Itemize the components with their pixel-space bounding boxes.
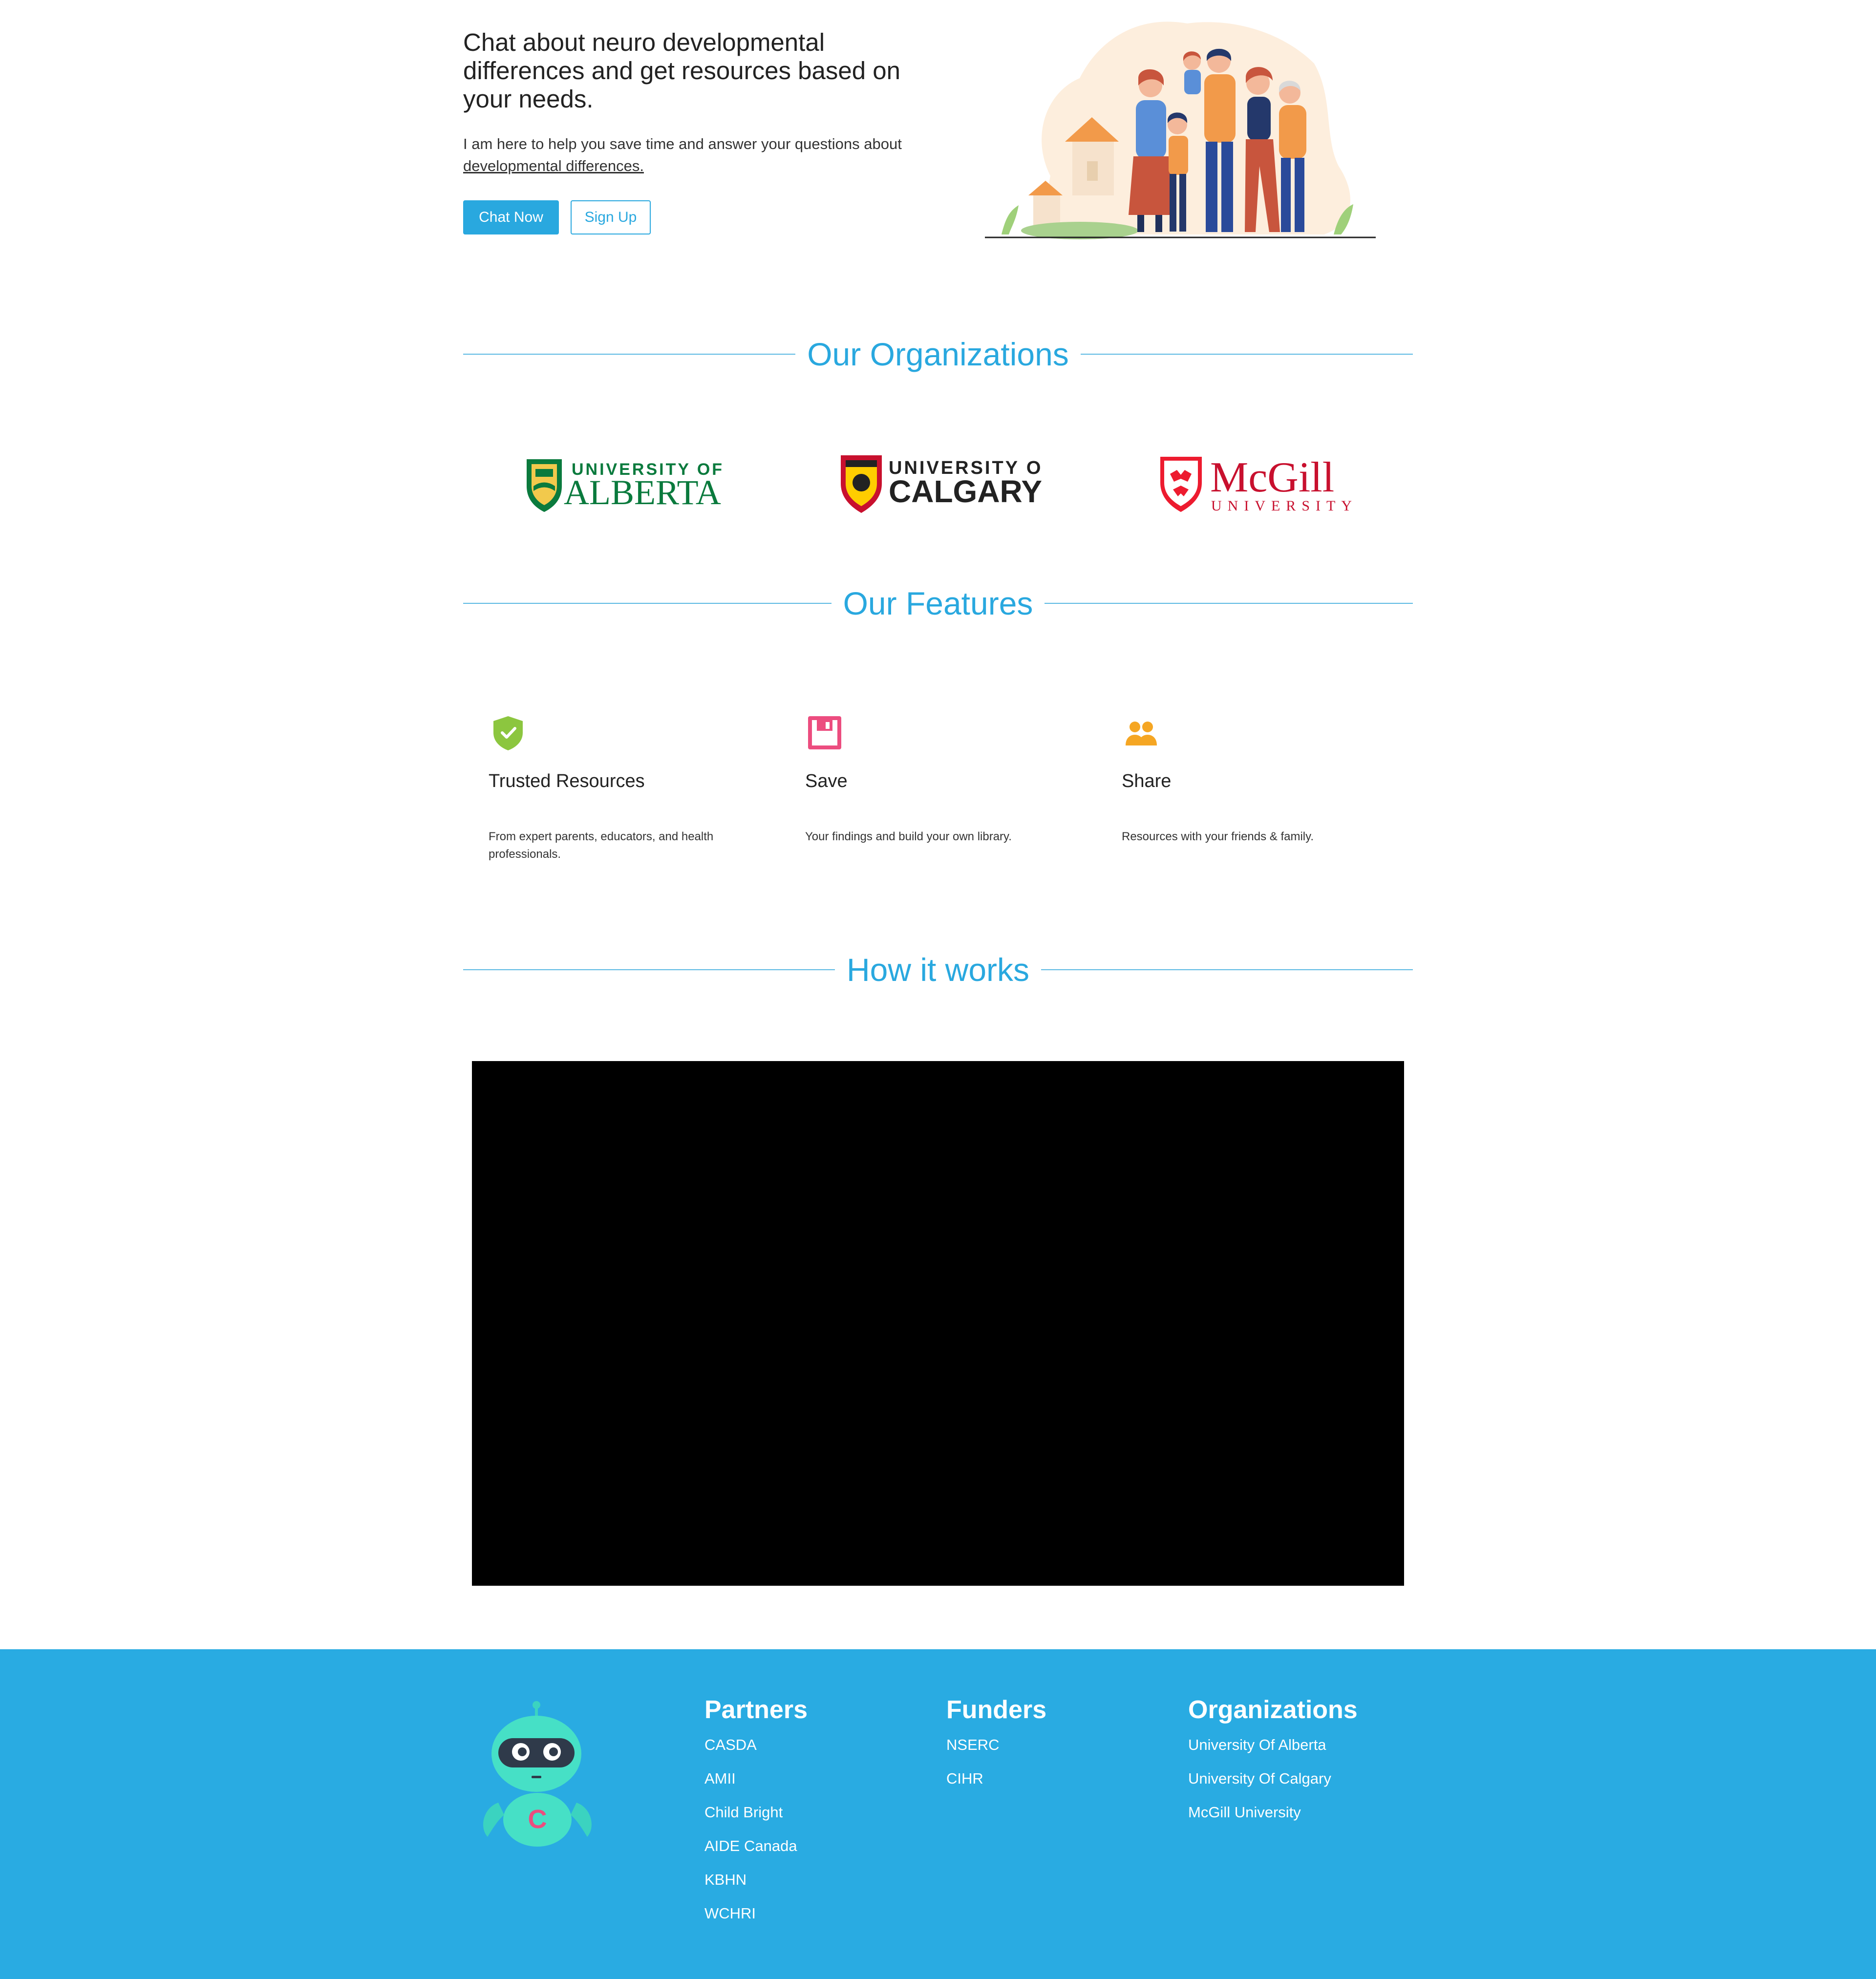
footer-organizations-heading: Organizations <box>1188 1696 1358 1724</box>
hero-subtitle: I am here to help you save time and answ… <box>463 133 917 177</box>
how-it-works-video[interactable] <box>472 1061 1404 1586</box>
university-of-calgary-logo: UNIVERSITY OF CALGARY <box>841 455 1043 513</box>
footer-funders-column: Funders NSERC CIHR <box>946 1695 1046 1803</box>
heading-divider-left <box>463 603 831 604</box>
partner-link[interactable]: AMII <box>704 1769 808 1803</box>
organizations-section-heading: Our Organizations <box>463 332 1413 376</box>
organization-link[interactable]: McGill University <box>1188 1803 1358 1836</box>
footer-organizations-column: Organizations University Of Alberta Univ… <box>1188 1695 1358 1836</box>
organization-link[interactable]: University Of Calgary <box>1188 1769 1358 1803</box>
feature-title: Trusted Resources <box>489 771 645 791</box>
footer <box>0 1649 1876 1979</box>
features-section-heading: Our Features <box>463 581 1413 625</box>
feature-description: Your findings and build your own library… <box>805 830 1012 843</box>
heading-divider-right <box>1041 969 1413 970</box>
feature-card-share: Share Resources with your friends & fami… <box>1122 713 1395 843</box>
funders-heading: Funders <box>946 1696 1047 1724</box>
feature-description: Resources with your friends & family. <box>1122 830 1314 843</box>
hero-subtitle-text: I am here to help you save time and answ… <box>463 135 902 152</box>
partners-heading: Partners <box>704 1696 808 1724</box>
funder-link[interactable]: NSERC <box>946 1735 1046 1769</box>
developmental-differences-link[interactable]: developmental differences. <box>463 157 644 174</box>
how-it-works-section-heading: How it works <box>463 948 1413 992</box>
how-it-works-heading: How it works <box>846 952 1030 988</box>
partner-link[interactable]: Child Bright <box>704 1803 808 1836</box>
heading-divider-right <box>1080 354 1413 355</box>
partner-link[interactable]: WCHRI <box>704 1904 808 1937</box>
features-heading: Our Features <box>843 585 1033 621</box>
mcgill-university-logo: McGill UNIVERSITY <box>1160 454 1358 514</box>
sign-up-button[interactable]: Sign Up <box>571 200 651 234</box>
chat-now-button[interactable]: Chat Now <box>463 200 559 234</box>
partner-link[interactable]: KBHN <box>704 1870 808 1904</box>
svg-text:C: C <box>528 1805 547 1834</box>
mcgill-logo-main: McGill <box>1210 454 1334 501</box>
people-icon <box>1126 722 1157 745</box>
feature-description: From expert parents, educators, and heal… <box>489 830 714 861</box>
feature-title: Share <box>1122 771 1172 791</box>
organizations-heading: Our Organizations <box>807 336 1069 372</box>
mcgill-logo-sub: UNIVERSITY <box>1211 498 1358 514</box>
university-of-alberta-logo: UNIVERSITY OF ALBERTA <box>527 459 722 512</box>
heading-divider-right <box>1045 603 1413 604</box>
footer-partners-column: Partners CASDA AMII Child Bright AIDE Ca… <box>704 1695 808 1937</box>
shield-check-icon <box>493 716 523 750</box>
feature-title: Save <box>805 771 848 791</box>
funder-link[interactable]: CIHR <box>946 1769 1046 1803</box>
partner-link[interactable]: CASDA <box>704 1735 808 1769</box>
heading-divider-left <box>463 354 796 355</box>
floppy-disk-icon <box>808 716 841 749</box>
heading-divider-left <box>463 969 835 970</box>
organization-link[interactable]: University Of Alberta <box>1188 1735 1358 1769</box>
partner-link[interactable]: AIDE Canada <box>704 1836 808 1870</box>
feature-card-trusted-resources: Trusted Resources From expert parents, e… <box>489 713 762 861</box>
alberta-logo-main: ALBERTA <box>564 473 721 512</box>
hero-title: Chat about neuro developmental differenc… <box>463 28 900 113</box>
family-illustration <box>985 21 1376 239</box>
feature-card-save: Save Your findings and build your own li… <box>805 713 1079 843</box>
calgary-logo-main: CALGARY <box>889 474 1042 509</box>
chatbot-robot-logo: C <box>483 1701 592 1847</box>
